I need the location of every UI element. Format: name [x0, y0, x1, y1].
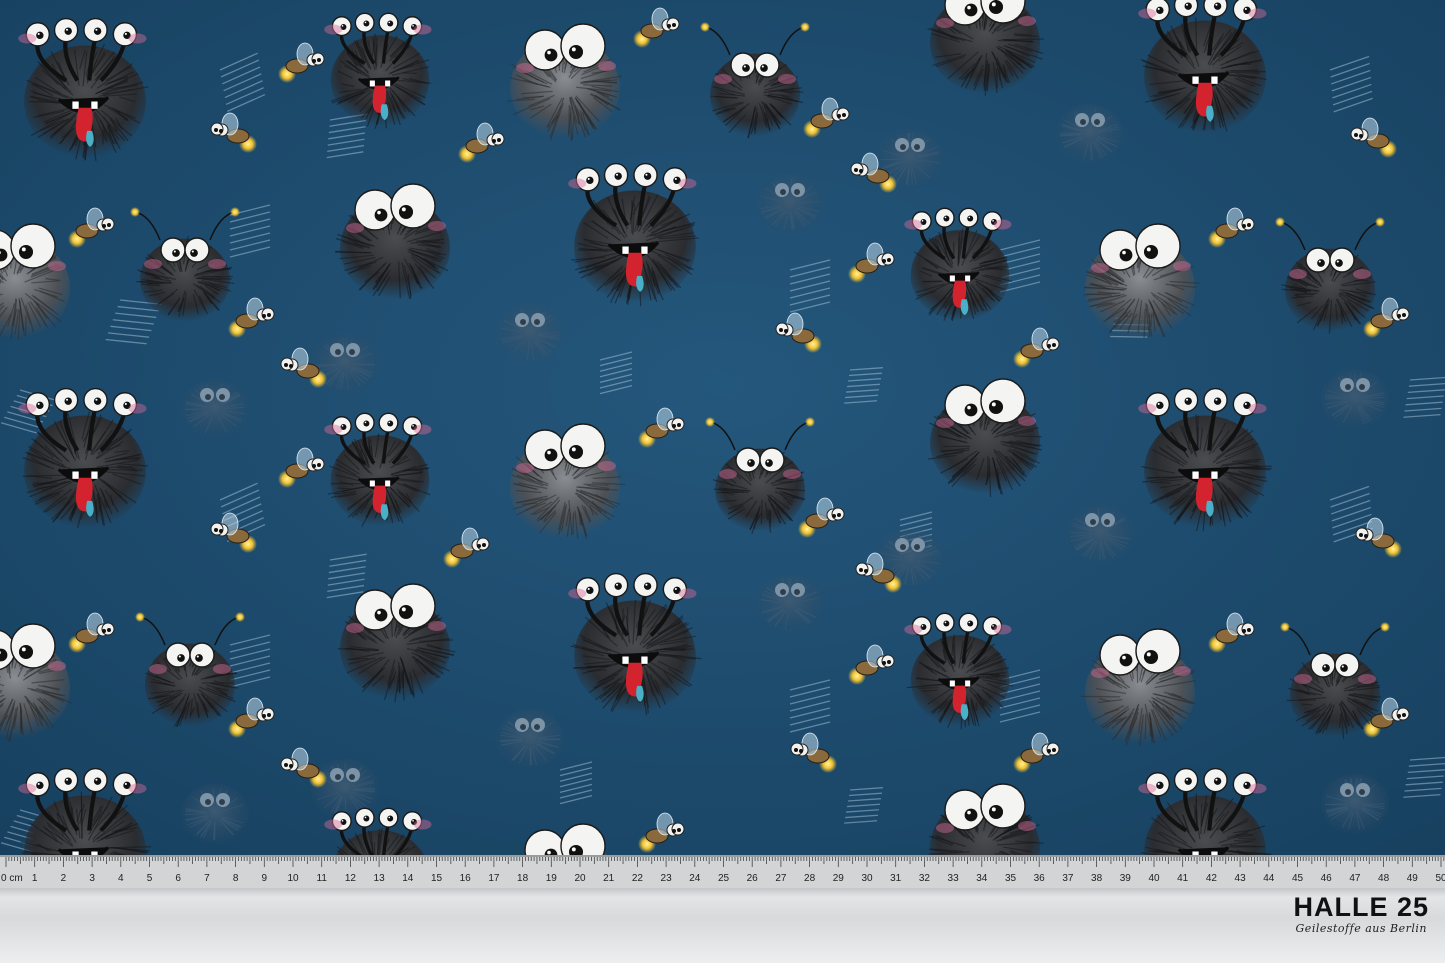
brand-logo: HALLE 25 Geilestoffe aus Berlin — [1293, 892, 1429, 936]
ruler-number: 30 — [861, 873, 873, 884]
ruler-number: 23 — [661, 873, 673, 884]
ruler-number: 39 — [1120, 873, 1132, 884]
ruler-number: 15 — [431, 873, 443, 884]
ruler-number: 9 — [262, 873, 268, 884]
ruler-number: 34 — [976, 873, 988, 884]
ruler-number: 46 — [1321, 873, 1333, 884]
faint-background-monster — [756, 174, 824, 234]
faint-background-monster — [181, 379, 249, 439]
faint-background-monster — [496, 709, 564, 769]
ruler-number: 45 — [1292, 873, 1304, 884]
ruler-number: 20 — [574, 873, 586, 884]
measuring-ruler: 0 cm 1 2 3 4 5 6 7 8 9 10 11 12 13 14 15 16 17 18 19 20 21 22 2… — [0, 855, 1445, 888]
ruler-number: 32 — [919, 873, 931, 884]
faint-background-monster — [1321, 774, 1389, 834]
logo-title: HALLE 25 — [1293, 892, 1429, 922]
ruler-number: 50 — [1435, 873, 1445, 884]
ruler-number: 28 — [804, 873, 816, 884]
ruler-number: 5 — [147, 873, 153, 884]
ruler-number: 29 — [833, 873, 845, 884]
ruler-number: 33 — [948, 873, 960, 884]
faint-background-monster — [181, 784, 249, 844]
ruler-unit-label: 0 cm — [1, 873, 23, 884]
ruler-number: 2 — [61, 873, 67, 884]
ruler-number: 42 — [1206, 873, 1218, 884]
ruler-number: 40 — [1148, 873, 1160, 884]
ruler-number: 47 — [1349, 873, 1361, 884]
ruler-number: 36 — [1034, 873, 1046, 884]
ruler-number: 3 — [89, 873, 95, 884]
fabric-pattern — [0, 0, 1445, 855]
ruler-number: 37 — [1062, 873, 1074, 884]
ruler-number: 14 — [402, 873, 414, 884]
ruler-number: 19 — [546, 873, 558, 884]
ruler-number: 12 — [345, 873, 357, 884]
faint-background-monster — [1066, 504, 1134, 564]
faint-background-monster — [756, 574, 824, 634]
ruler-number: 21 — [603, 873, 615, 884]
ruler-number: 49 — [1407, 873, 1419, 884]
ruler-number: 6 — [175, 873, 181, 884]
ruler-number: 44 — [1263, 873, 1275, 884]
faint-background-monster — [496, 304, 564, 364]
ruler-number: 13 — [374, 873, 386, 884]
ruler-number: 35 — [1005, 873, 1017, 884]
ruler-number: 17 — [488, 873, 500, 884]
ruler-number: 41 — [1177, 873, 1189, 884]
ruler-number: 1 — [32, 873, 38, 884]
ruler-number: 27 — [775, 873, 787, 884]
ruler-number: 22 — [632, 873, 644, 884]
bottom-strip: HALLE 25 Geilestoffe aus Berlin — [0, 888, 1445, 963]
logo-subtitle: Geilestoffe aus Berlin — [1295, 922, 1427, 935]
ruler-number: 26 — [747, 873, 759, 884]
ruler-number: 48 — [1378, 873, 1390, 884]
ruler-number: 4 — [118, 873, 124, 884]
ruler-number: 11 — [317, 873, 328, 884]
ruler-number: 7 — [204, 873, 210, 884]
ruler-number: 43 — [1235, 873, 1247, 884]
faint-background-monster — [1056, 104, 1124, 164]
ruler-number: 18 — [517, 873, 529, 884]
ruler-number: 38 — [1091, 873, 1103, 884]
ruler-number: 16 — [460, 873, 472, 884]
ruler-number: 31 — [890, 873, 902, 884]
ruler-number: 24 — [689, 873, 701, 884]
ruler-number: 10 — [287, 873, 299, 884]
ruler-number: 8 — [233, 873, 239, 884]
faint-background-monster — [1321, 369, 1389, 429]
ruler-number: 25 — [718, 873, 730, 884]
